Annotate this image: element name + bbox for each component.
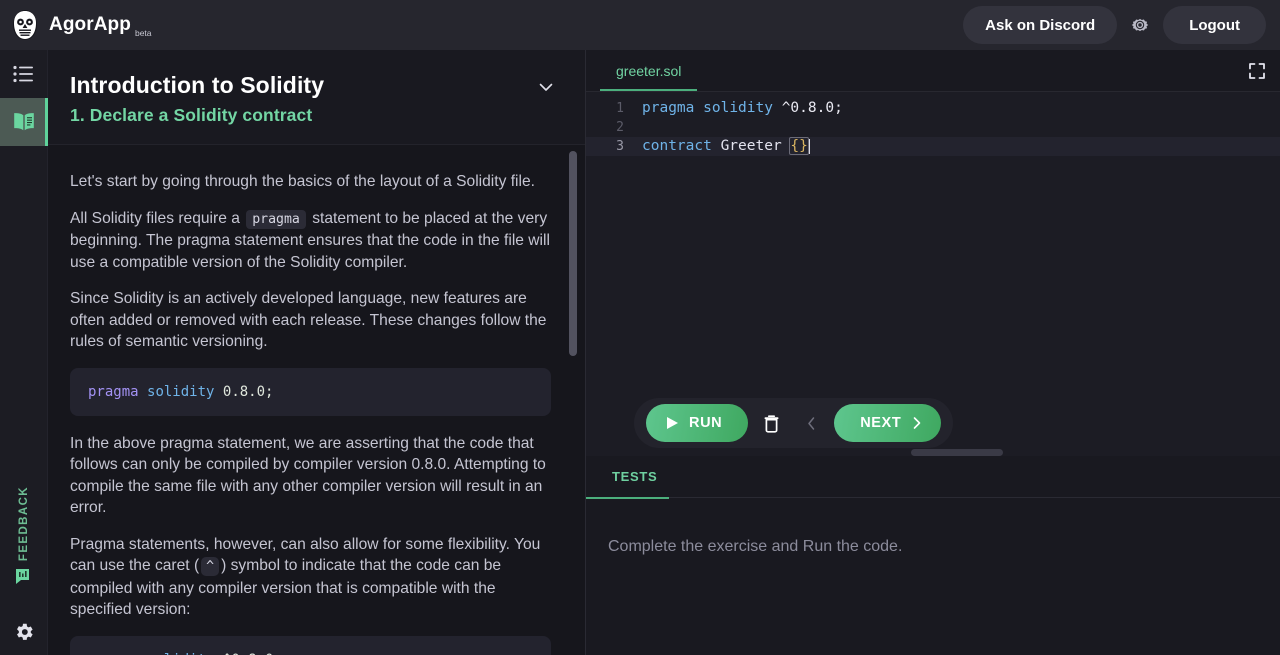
top-bar: AgorApp beta Ask on Discord Logout (0, 0, 1280, 50)
code-token-keyword: pragma (642, 100, 695, 116)
gear-icon[interactable] (13, 621, 35, 643)
code-token-lang: solidity (147, 652, 214, 655)
line-number: 1 (616, 101, 624, 116)
run-button-label: RUN (689, 415, 723, 431)
chevron-right-icon (913, 417, 921, 429)
text-cursor (808, 138, 811, 154)
tests-message: Complete the exercise and Run the code. (608, 538, 903, 555)
next-button[interactable]: NEXT (834, 404, 942, 442)
lesson-scrollbar-thumb[interactable] (569, 151, 577, 356)
code-token-identifier: Greeter (720, 138, 782, 154)
lesson-pane: Introduction to Solidity 1. Declare a So… (48, 50, 586, 655)
paragraph: Pragma statements, however, can also all… (70, 534, 551, 621)
main-body: FEEDBACK Introduction to Solidity 1. Dec… (0, 50, 1280, 655)
code-token-version: 0.8.0; (222, 383, 274, 400)
paragraph: In the above pragma statement, we are as… (70, 434, 546, 517)
ask-on-discord-button[interactable]: Ask on Discord (963, 6, 1118, 44)
code-token-keyword: contract (642, 138, 712, 154)
lesson-header: Introduction to Solidity 1. Declare a So… (48, 50, 585, 145)
chevron-left-icon (807, 416, 814, 430)
code-token-version: ^0.8.0; (781, 100, 843, 116)
code-line-text: contract Greeter {} (642, 137, 811, 156)
code-line[interactable]: 2 (586, 118, 1280, 137)
code-token-lang: solidity (703, 100, 773, 116)
code-token-version: ^0.8.0; (223, 652, 282, 655)
code-block: pragma solidity ^0.8.0; (70, 635, 551, 655)
paragraph: Since Solidity is an actively developed … (70, 290, 547, 350)
left-rail: FEEDBACK (0, 50, 48, 655)
code-line-text: pragma solidity ^0.8.0; (642, 99, 843, 118)
tests-section: TESTS Complete the exercise and Run the … (585, 456, 1280, 655)
lesson-subtitle: 1. Declare a Solidity contract (70, 105, 313, 125)
trash-icon (764, 414, 779, 433)
fullscreen-icon[interactable] (1248, 62, 1266, 80)
brand-beta-badge: beta (134, 28, 152, 38)
paragraph: All Solidity files require a pragma stat… (70, 208, 551, 274)
code-token-lang: solidity (147, 383, 215, 400)
run-button[interactable]: RUN (646, 404, 749, 442)
top-bar-actions: Ask on Discord Logout (963, 6, 1266, 44)
feedback-button[interactable]: FEEDBACK (14, 486, 34, 587)
sidebar-item-menu[interactable] (0, 50, 48, 98)
paragraph: Let's start by going through the basics … (70, 173, 535, 190)
code-token-braces: {} (789, 137, 809, 155)
list-icon (12, 65, 33, 83)
paragraph-part: All Solidity files require a (70, 209, 240, 227)
inline-code-caret: ^ (201, 557, 220, 576)
brand[interactable]: AgorApp beta (10, 9, 152, 41)
gear-icon[interactable] (1129, 14, 1151, 36)
feedback-chat-icon (15, 569, 29, 584)
tab-tests[interactable]: TESTS (585, 456, 670, 499)
code-token-keyword: pragma (88, 652, 139, 655)
reset-button[interactable] (754, 406, 788, 440)
action-bar: RUN NEXT (634, 398, 954, 448)
code-line[interactable]: 1 pragma solidity ^0.8.0; (586, 99, 1280, 118)
logout-button[interactable]: Logout (1163, 6, 1266, 44)
editor-section: greeter.sol 1 pragma solidity ^0.8.0; 2 (586, 50, 1280, 456)
previous-button[interactable] (794, 406, 828, 440)
right-panel: greeter.sol 1 pragma solidity ^0.8.0; 2 (585, 50, 1280, 655)
page-title: Introduction to Solidity (70, 72, 325, 98)
feedback-label: FEEDBACK (17, 485, 30, 561)
inline-code-pragma: pragma (246, 209, 306, 229)
panel-resize-handle[interactable] (911, 449, 1003, 456)
sidebar-item-lessons[interactable] (0, 98, 48, 146)
play-icon (667, 417, 678, 429)
line-number: 2 (616, 120, 624, 135)
lesson-content: Let's start by going through the basics … (48, 145, 585, 655)
code-token-keyword: pragma (88, 383, 139, 400)
owl-logo-icon (13, 10, 37, 40)
line-number: 3 (616, 139, 624, 154)
code-block: pragma solidity 0.8.0; (70, 367, 551, 416)
editor-tabbar: greeter.sol (586, 50, 1280, 91)
tests-output: Complete the exercise and Run the code. (586, 498, 1280, 556)
next-button-label: NEXT (860, 415, 902, 431)
tests-tabbar: TESTS (585, 456, 1280, 499)
tab-greeter-sol[interactable]: greeter.sol (599, 50, 698, 91)
chevron-down-icon[interactable] (537, 78, 555, 96)
brand-name: AgorApp (49, 14, 131, 35)
app-root: AgorApp beta Ask on Discord Logout FEEDB… (0, 0, 1280, 655)
book-icon (13, 113, 34, 131)
code-line-active[interactable]: 3 contract Greeter {} (586, 137, 1280, 156)
